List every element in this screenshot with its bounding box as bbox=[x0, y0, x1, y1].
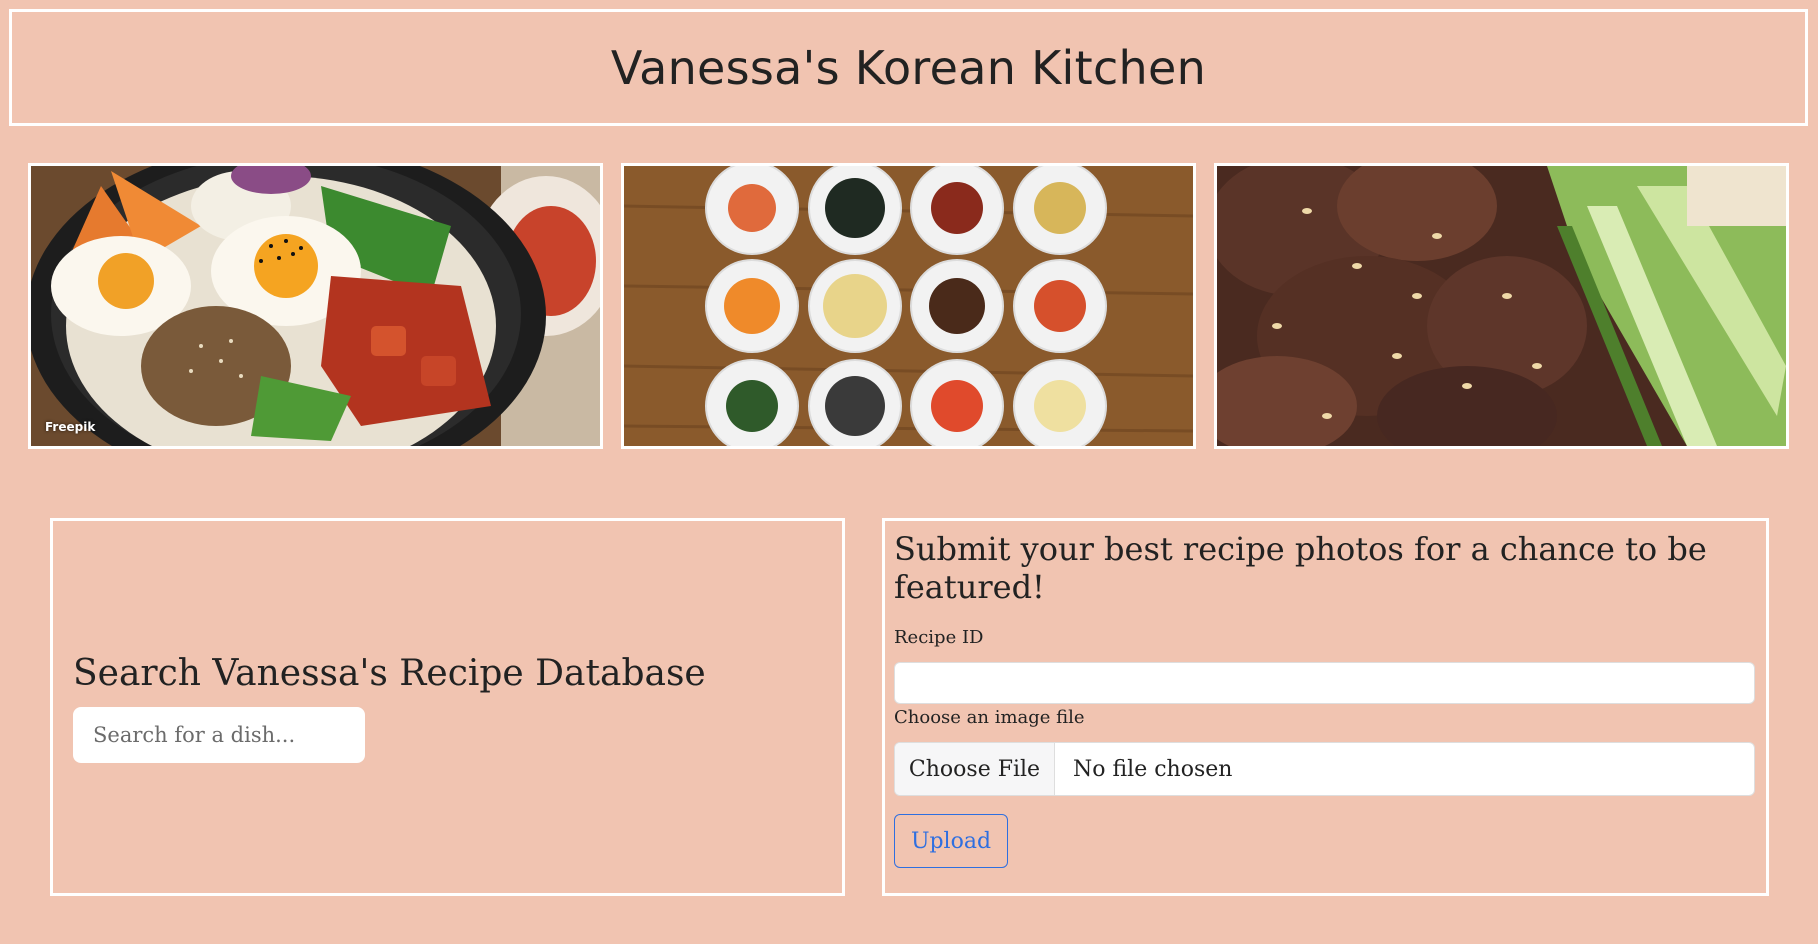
recipe-id-input[interactable] bbox=[894, 662, 1755, 704]
upload-button[interactable]: Upload bbox=[894, 814, 1008, 868]
upload-heading: Submit your best recipe photos for a cha… bbox=[894, 530, 1707, 606]
site-header: Vanessa's Korean Kitchen bbox=[9, 9, 1808, 126]
upload-panel: Submit your best recipe photos for a cha… bbox=[882, 518, 1769, 896]
photo-credit: Freepik bbox=[45, 420, 96, 434]
image-file-input[interactable]: Choose File No file chosen bbox=[894, 742, 1755, 796]
choose-file-button[interactable]: Choose File bbox=[895, 743, 1055, 795]
search-heading: Search Vanessa's Recipe Database bbox=[73, 653, 706, 694]
site-title: Vanessa's Korean Kitchen bbox=[610, 40, 1207, 95]
file-status-text: No file chosen bbox=[1073, 756, 1233, 782]
bulgogi-photo bbox=[1214, 163, 1789, 449]
image-file-label: Choose an image file bbox=[894, 707, 1085, 728]
recipe-id-label: Recipe ID bbox=[894, 627, 984, 648]
search-panel: Search Vanessa's Recipe Database bbox=[50, 518, 845, 896]
bibimbap-photo: Freepik bbox=[28, 163, 603, 449]
banchan-photo bbox=[621, 163, 1196, 449]
search-input[interactable] bbox=[73, 707, 365, 763]
